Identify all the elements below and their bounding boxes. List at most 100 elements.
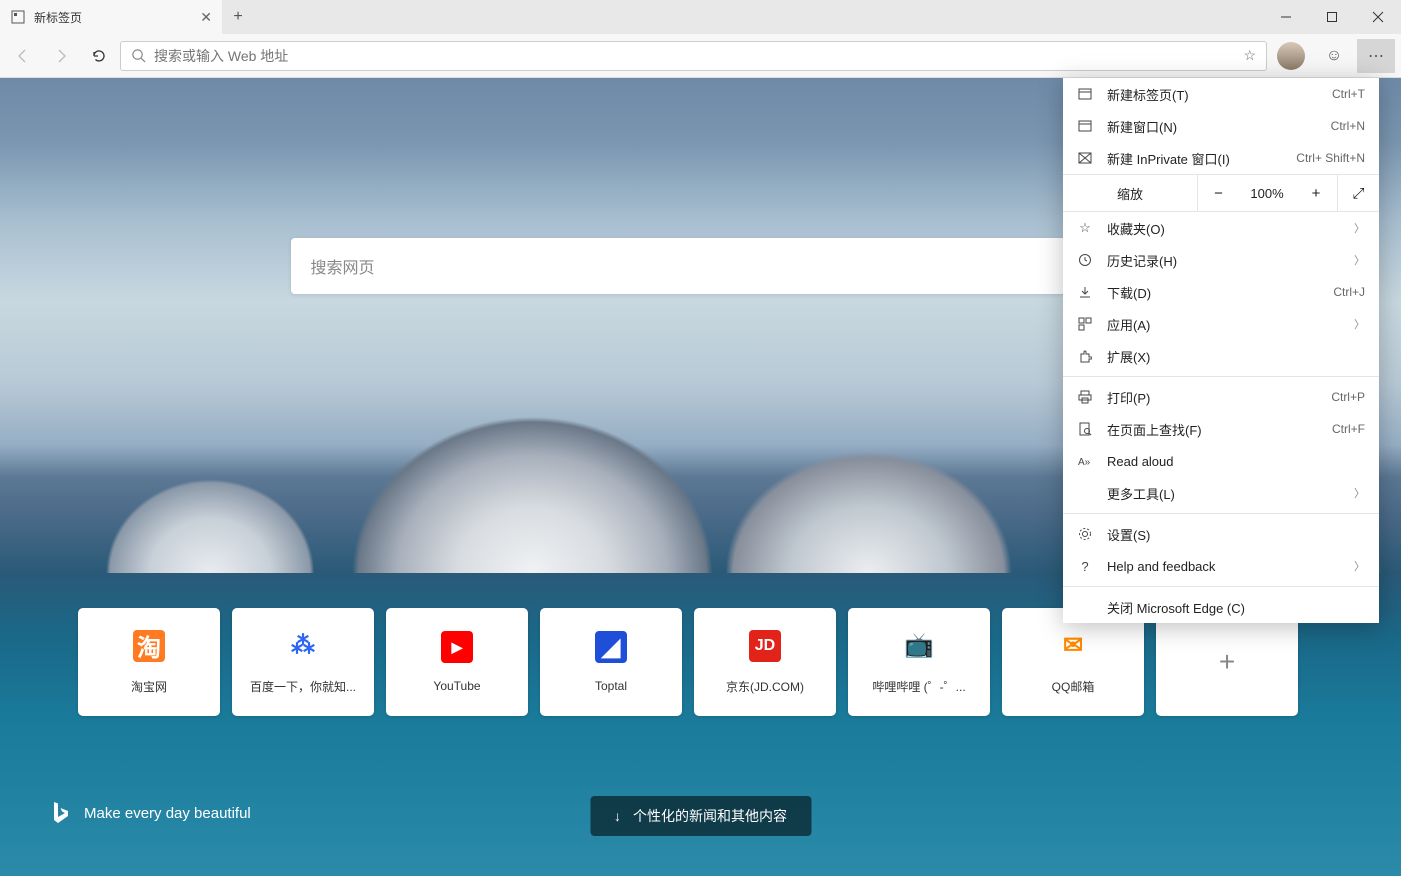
svg-text:A»: A» [1078,457,1091,468]
tile-bilibili[interactable]: 📺 哔哩哔哩 (゜-゜... [848,608,990,716]
refresh-button[interactable] [82,39,116,73]
bing-attribution[interactable]: Make every day beautiful [50,800,251,826]
tile-icon: JD [749,630,781,662]
tile-label: 淘宝网 [125,678,173,695]
minimize-button[interactable] [1263,0,1309,34]
fullscreen-button[interactable]: ⤢ [1337,175,1379,211]
menu-apps[interactable]: 应用(A) 〉 [1063,308,1379,340]
more-menu-button[interactable]: ⋯ [1357,39,1395,73]
tile-add[interactable]: + [1156,608,1298,716]
menu-label: 更多工具(L) [1107,484,1340,503]
new-tab-icon [1077,87,1093,101]
favorite-star-icon[interactable]: ☆ [1243,47,1256,64]
menu-close-edge[interactable]: 关闭 Microsoft Edge (C) [1063,591,1379,623]
chevron-right-icon: 〉 [1354,485,1365,501]
plus-icon: + [1219,646,1235,678]
tile-label: YouTube [427,679,486,693]
menu-favorites[interactable]: ☆ 收藏夹(O) 〉 [1063,212,1379,244]
menu-read-aloud[interactable]: A» Read aloud [1063,445,1379,477]
menu-shortcut: Ctrl+F [1332,422,1365,436]
menu-label: 应用(A) [1107,315,1340,334]
help-icon: ? [1077,559,1093,574]
tile-label: 京东(JD.COM) [720,678,810,695]
tile-icon: ◢ [595,631,627,663]
menu-shortcut: Ctrl+ Shift+N [1296,151,1365,165]
menu-zoom: 缩放 − 100% + ⤢ [1063,174,1379,212]
zoom-out-button[interactable]: − [1197,175,1239,211]
chevron-right-icon: 〉 [1354,252,1365,268]
tile-label: QQ邮箱 [1046,678,1101,695]
tile-label: 哔哩哔哩 (゜-゜... [866,678,971,695]
tile-jd[interactable]: JD 京东(JD.COM) [694,608,836,716]
profile-avatar[interactable] [1277,42,1305,70]
menu-label: 新建窗口(N) [1107,117,1317,136]
personalized-news-button[interactable]: ↓ 个性化的新闻和其他内容 [590,796,811,836]
menu-new-inprivate[interactable]: 新建 InPrivate 窗口(I) Ctrl+ Shift+N [1063,142,1379,174]
menu-downloads[interactable]: 下载(D) Ctrl+J [1063,276,1379,308]
browser-tab[interactable]: 新标签页 ✕ [0,0,222,34]
menu-label: 新建标签页(T) [1107,85,1318,104]
menu-shortcut: Ctrl+T [1332,87,1365,101]
menu-more-tools[interactable]: 更多工具(L) 〉 [1063,477,1379,509]
read-aloud-icon: A» [1077,454,1093,468]
news-button-label: 个性化的新闻和其他内容 [633,806,787,826]
bing-tagline: Make every day beautiful [84,805,251,822]
tile-toptal[interactable]: ◢ Toptal [540,608,682,716]
find-icon [1077,422,1093,436]
toolbar: ☆ ☺ ⋯ [0,34,1401,78]
print-icon [1077,390,1093,404]
favorites-icon: ☆ [1077,220,1093,236]
menu-help[interactable]: ? Help and feedback 〉 [1063,550,1379,582]
settings-menu: 新建标签页(T) Ctrl+T 新建窗口(N) Ctrl+N 新建 InPriv… [1063,78,1379,623]
tile-taobao[interactable]: 淘 淘宝网 [78,608,220,716]
menu-shortcut: Ctrl+J [1333,285,1365,299]
menu-label: 历史记录(H) [1107,251,1340,270]
window-icon [1077,119,1093,133]
menu-print[interactable]: 打印(P) Ctrl+P [1063,381,1379,413]
new-tab-button[interactable]: + [222,0,254,34]
forward-button[interactable] [44,39,78,73]
maximize-button[interactable] [1309,0,1355,34]
chevron-right-icon: 〉 [1354,220,1365,236]
apps-icon [1077,317,1093,331]
tile-youtube[interactable]: ▶ YouTube [386,608,528,716]
gear-icon [1077,527,1093,541]
menu-label: 设置(S) [1107,525,1365,544]
menu-extensions[interactable]: 扩展(X) [1063,340,1379,372]
menu-label: 打印(P) [1107,388,1317,407]
menu-label: 收藏夹(O) [1107,219,1340,238]
menu-shortcut: Ctrl+P [1331,390,1365,404]
menu-new-window[interactable]: 新建窗口(N) Ctrl+N [1063,110,1379,142]
menu-label: 新建 InPrivate 窗口(I) [1107,149,1282,168]
menu-label: 下载(D) [1107,283,1319,302]
tile-icon: ⁂ [287,630,319,662]
titlebar: 新标签页 ✕ + [0,0,1401,34]
history-icon [1077,253,1093,267]
menu-label: Help and feedback [1107,559,1340,574]
extensions-icon [1077,349,1093,363]
tab-close-icon[interactable]: ✕ [200,9,212,26]
menu-settings[interactable]: 设置(S) [1063,518,1379,550]
address-bar[interactable]: ☆ [120,41,1267,71]
zoom-label: 缩放 [1063,184,1197,203]
down-arrow-icon: ↓ [614,808,621,824]
search-placeholder: 搜索网页 [311,254,375,278]
menu-find[interactable]: 在页面上查找(F) Ctrl+F [1063,413,1379,445]
close-window-button[interactable] [1355,0,1401,34]
menu-label: 在页面上查找(F) [1107,420,1318,439]
back-button[interactable] [6,39,40,73]
window-controls [1263,0,1401,34]
tab-title: 新标签页 [34,9,192,26]
tile-qqmail[interactable]: ✉ QQ邮箱 [1002,608,1144,716]
page-search-box[interactable]: 搜索网页 [291,238,1111,294]
tile-baidu[interactable]: ⁂ 百度一下，你就知... [232,608,374,716]
menu-new-tab[interactable]: 新建标签页(T) Ctrl+T [1063,78,1379,110]
address-input[interactable] [154,48,1235,64]
menu-history[interactable]: 历史记录(H) 〉 [1063,244,1379,276]
tile-icon: ✉ [1057,630,1089,662]
feedback-icon[interactable]: ☺ [1315,39,1353,73]
tile-icon: 淘 [133,630,165,662]
bing-logo-icon [50,800,70,826]
zoom-in-button[interactable]: + [1295,175,1337,211]
chevron-right-icon: 〉 [1354,558,1365,574]
